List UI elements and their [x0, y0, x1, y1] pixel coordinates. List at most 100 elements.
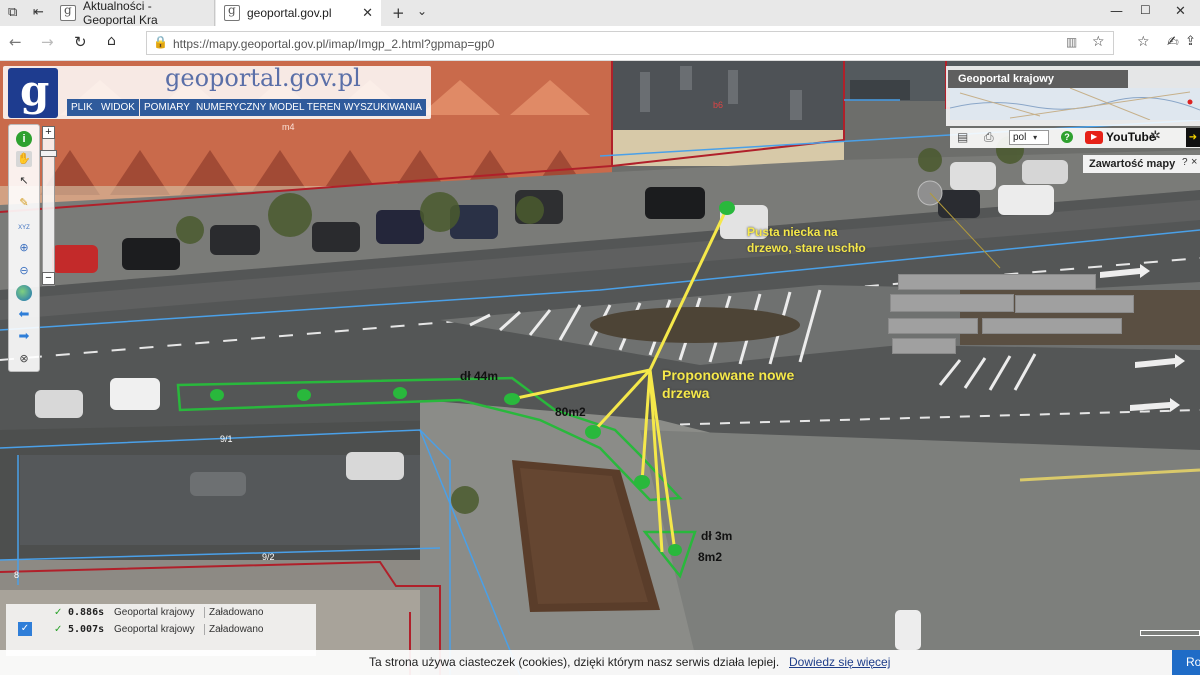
annotation-line: drzewo, stare uschło: [747, 241, 866, 255]
check-icon: ✓: [54, 623, 63, 635]
overview-map-graphic: [950, 88, 1200, 120]
geoportal-logo-g-icon: g: [20, 66, 50, 115]
annotation-area-80m2: 80m2: [555, 405, 586, 419]
check-icon: ✓: [54, 606, 63, 618]
tab-geoportal[interactable]: geoportal.gov.pl ✕: [216, 0, 381, 26]
tab-actions-icon[interactable]: ⧉: [8, 5, 17, 20]
language-value: pol: [1013, 132, 1027, 143]
status-time: 5.007s: [68, 623, 105, 635]
redacted-label: [1015, 295, 1134, 313]
zoom-out-icon[interactable]: ⊖: [16, 263, 32, 279]
status-time: 0.886s: [68, 606, 105, 618]
tab-list-chevron-icon[interactable]: ⌄: [417, 4, 427, 18]
clear-tool-icon[interactable]: ⊗: [16, 351, 32, 367]
annotation-length-3m: dł 3m: [701, 529, 733, 543]
back-icon[interactable]: ←: [9, 33, 22, 51]
menu-nmt[interactable]: NUMERYCZNY MODEL TERENU: [192, 99, 352, 116]
previous-view-icon[interactable]: ⬅: [16, 307, 32, 323]
zoom-slider-handle[interactable]: [40, 150, 57, 157]
zoom-minus-button[interactable]: −: [42, 272, 55, 285]
redacted-label: [890, 294, 1014, 312]
chevron-down-icon: ▾: [1033, 133, 1038, 142]
info-icon[interactable]: i: [16, 131, 32, 147]
status-state: Załadowano: [204, 606, 263, 618]
language-select[interactable]: pol ▾: [1009, 130, 1049, 145]
brand-title: geoportal.gov.pl: [165, 64, 361, 92]
draw-pencil-icon[interactable]: ✎: [16, 195, 32, 211]
set-aside-tabs-icon[interactable]: ⇤: [33, 5, 44, 20]
menu-pomiary[interactable]: POMIARY: [140, 99, 194, 116]
status-row: ✓ 0.886s Geoportal krajowy Załadowano: [54, 604, 263, 620]
maximize-icon[interactable]: ☐: [1140, 3, 1151, 17]
panel-close-icon[interactable]: ×: [1191, 156, 1197, 168]
select-arrow-icon[interactable]: ↖: [16, 173, 32, 189]
redacted-label: [898, 274, 1096, 290]
reading-view-icon[interactable]: ▥: [1066, 35, 1077, 49]
close-tab-icon[interactable]: ✕: [362, 6, 373, 21]
help-question-icon[interactable]: ?: [1061, 131, 1073, 143]
expand-arrow-icon[interactable]: ➜: [1186, 128, 1200, 147]
minimize-icon[interactable]: —: [1110, 4, 1123, 19]
redacted-label: [892, 338, 956, 354]
redacted-label: [888, 318, 978, 334]
print-icon[interactable]: ⎙: [984, 130, 994, 145]
annotation-proposed-trees: Proponowane nowe drzewa: [662, 367, 794, 401]
map-canvas[interactable]: [0, 61, 1200, 675]
tab-label: Aktualności - Geoportal Kra: [83, 0, 158, 27]
zoom-plus-button[interactable]: +: [42, 126, 55, 139]
next-view-icon[interactable]: ➡: [16, 329, 32, 345]
tab-aktualnosci[interactable]: Aktualności - Geoportal Kra: [52, 0, 215, 27]
settings-wheel-icon[interactable]: ✲: [1150, 129, 1161, 144]
parcel-label-9-2: 9/2: [262, 552, 275, 562]
lock-icon[interactable]: 🔒: [153, 35, 168, 49]
parcel-label-m4: m4: [282, 122, 295, 132]
refresh-icon[interactable]: ↻: [74, 33, 87, 51]
zoom-in-icon[interactable]: ⊕: [16, 240, 32, 256]
forward-icon[interactable]: →: [41, 33, 54, 51]
globe-full-extent-icon[interactable]: [16, 285, 32, 301]
annotation-line: drzewa: [662, 385, 710, 401]
status-service: Geoportal krajowy: [114, 606, 195, 618]
minimap-title: Geoportal krajowy: [948, 70, 1128, 88]
url-text: https://mapy.geoportal.gov.pl/imap/Imgp_…: [173, 37, 495, 51]
cookie-learn-more-link[interactable]: Dowiedz się więcej: [789, 650, 890, 675]
annotation-line: Proponowane nowe: [662, 367, 795, 383]
menu-plik[interactable]: PLIK: [67, 99, 97, 116]
new-tab-icon[interactable]: +: [392, 4, 405, 22]
youtube-play-icon: ▶: [1091, 132, 1098, 141]
annotation-line: Pusta niecka na: [747, 225, 838, 239]
youtube-link[interactable]: YouTube: [1106, 130, 1156, 144]
parcel-label-8: 8: [14, 570, 20, 580]
share-icon[interactable]: ⇪: [1185, 34, 1196, 49]
parcel-label-b6: b6: [713, 100, 724, 110]
geoportal-favicon-icon: [224, 3, 240, 21]
menu-wyszukiwania[interactable]: WYSZUKIWANIA: [340, 99, 426, 116]
pen-notes-icon[interactable]: ✍: [1167, 34, 1179, 50]
geoportal-favicon-icon: [60, 3, 76, 21]
annotation-length-44m: dł 44m: [460, 369, 499, 383]
legend-icon[interactable]: ▤: [957, 130, 968, 144]
aerial-map-image: [0, 61, 1200, 675]
parcel-label-9-1: 9/1: [220, 434, 233, 444]
redacted-label: [982, 318, 1122, 334]
home-icon[interactable]: ⌂: [107, 33, 116, 49]
cookie-accept-button[interactable]: Rozumiem: [1172, 650, 1200, 675]
overview-map[interactable]: [950, 88, 1200, 120]
close-window-icon[interactable]: ✕: [1175, 4, 1186, 19]
cookie-message: Ta strona używa ciasteczek (cookies), dz…: [369, 655, 780, 669]
panel-help-icon[interactable]: ?: [1182, 157, 1188, 168]
xyz-coordinates-icon[interactable]: XYZ: [14, 220, 34, 236]
annotation-empty-pit: Pusta niecka na drzewo, stare uschło: [747, 225, 866, 255]
menu-widok[interactable]: WIDOK: [97, 99, 139, 116]
pan-hand-icon[interactable]: ✋: [16, 151, 32, 167]
status-state: Załadowano: [204, 623, 263, 635]
favorites-bar-icon[interactable]: ☆: [1137, 34, 1150, 50]
status-row: ✓ 5.007s Geoportal krajowy Załadowano: [54, 621, 263, 637]
scale-bar: [1140, 630, 1200, 636]
status-service: Geoportal krajowy: [114, 623, 195, 635]
tab-label: geoportal.gov.pl: [247, 6, 332, 20]
status-checkbox-icon[interactable]: ✓: [18, 622, 32, 636]
annotation-area-8m2: 8m2: [698, 550, 723, 564]
map-contents-label: Zawartość mapy: [1089, 158, 1176, 170]
favorite-star-icon[interactable]: ☆: [1092, 34, 1105, 50]
